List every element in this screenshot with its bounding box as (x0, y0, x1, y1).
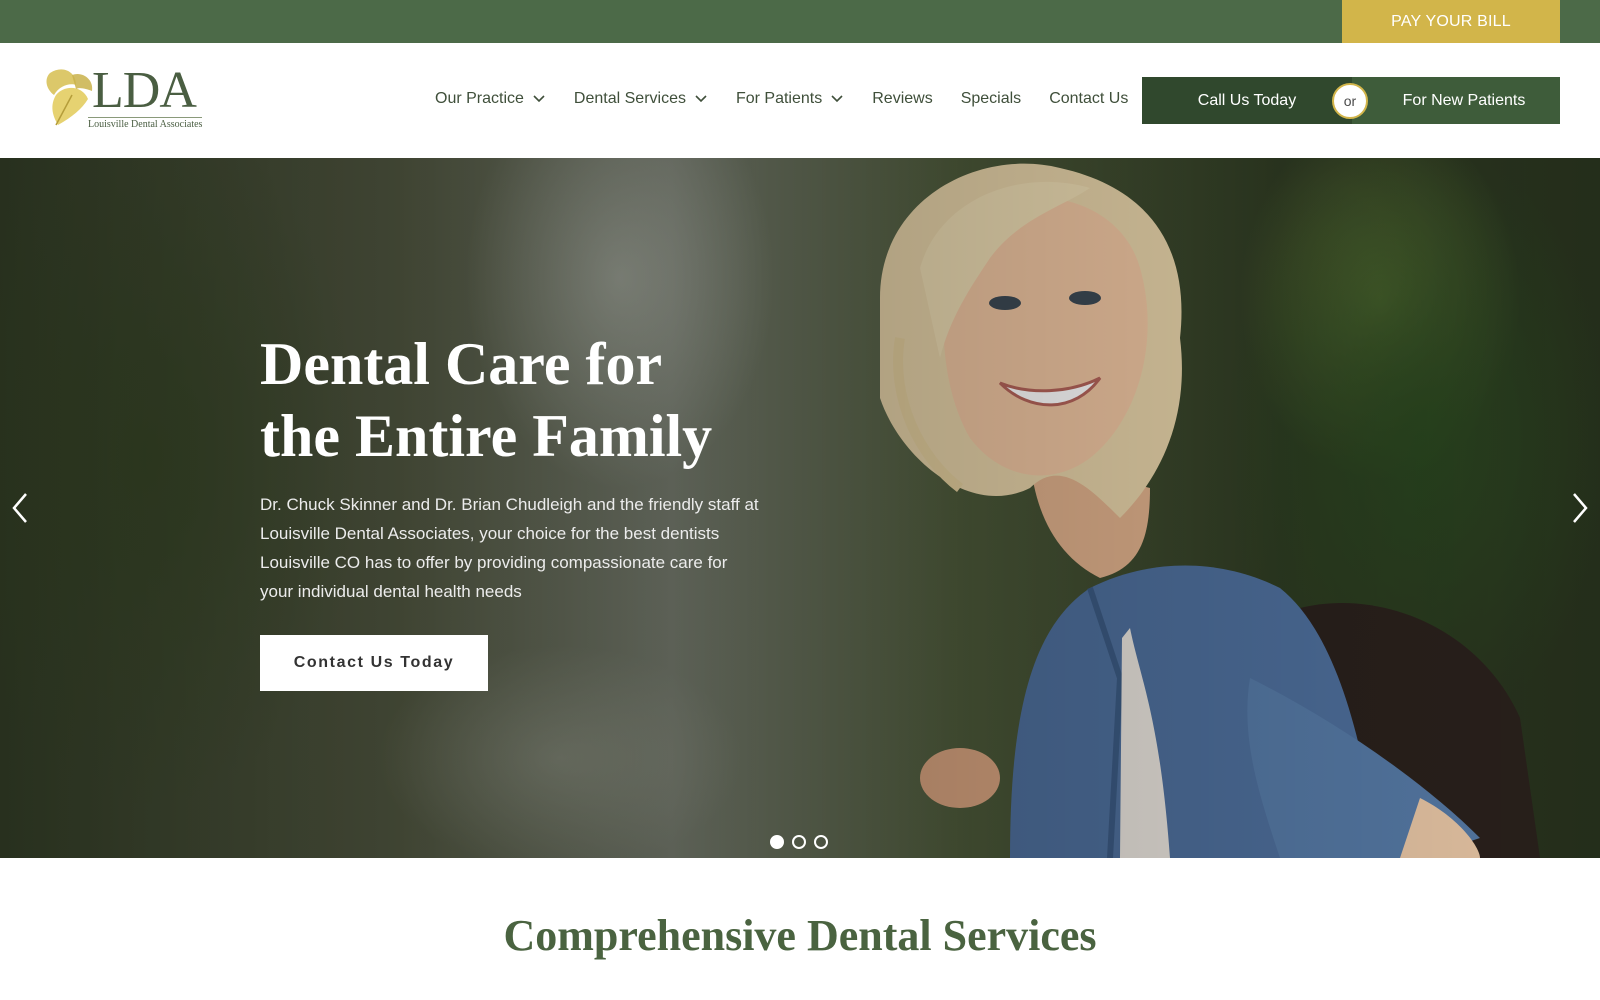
main-nav: Our Practice Dental Services For Patient… (435, 87, 1156, 111)
nav-label: Reviews (872, 90, 933, 107)
nav-label: For Patients (735, 90, 823, 107)
logo-subtitle: Louisville Dental Associates (88, 117, 203, 130)
new-patients-button[interactable]: For New Patients (1368, 77, 1560, 124)
nav-item-reviews[interactable]: Reviews (872, 90, 932, 108)
slider-dot-3[interactable] (814, 835, 828, 849)
site-logo[interactable]: LDA Louisville Dental Associates (42, 65, 222, 137)
hero-title-line-2: the Entire Family (260, 403, 713, 469)
slider-dot-2[interactable] (792, 835, 806, 849)
header-cta-group: Call Us Today or For New Patients (1142, 77, 1560, 124)
call-us-today-button[interactable]: Call Us Today (1142, 77, 1352, 124)
nav-item-contact-us[interactable]: Contact Us (1049, 90, 1128, 108)
hero-overlay (0, 158, 1600, 858)
contact-us-today-button[interactable]: Contact Us Today (260, 635, 488, 691)
chevron-down-icon (695, 95, 707, 103)
or-badge: or (1332, 83, 1368, 119)
nav-item-for-patients[interactable]: For Patients (736, 90, 844, 108)
nav-item-specials[interactable]: Specials (961, 90, 1021, 108)
nav-label: Contact Us (1049, 90, 1129, 107)
slider-dot-1[interactable] (770, 835, 784, 849)
nav-label: Dental Services (573, 90, 686, 107)
nav-item-our-practice[interactable]: Our Practice (435, 90, 546, 108)
chevron-down-icon (533, 95, 545, 103)
site-header: LDA Louisville Dental Associates Our Pra… (0, 43, 1600, 158)
logo-letters: LDA (92, 62, 197, 119)
hero-description: Dr. Chuck Skinner and Dr. Brian Chudleig… (260, 495, 759, 601)
nav-label: Our Practice (435, 90, 524, 107)
hero-title: Dental Care for the Entire Family (260, 328, 820, 472)
services-section-title: Comprehensive Dental Services (503, 911, 1097, 960)
nav-item-dental-services[interactable]: Dental Services (574, 90, 708, 108)
pay-bill-button[interactable]: PAY YOUR BILL (1342, 0, 1560, 43)
chevron-down-icon (831, 95, 843, 103)
hero-title-line-1: Dental Care for (260, 331, 663, 397)
slider-prev-arrow-icon[interactable] (8, 490, 32, 526)
hero-slider: Dental Care for the Entire Family Dr. Ch… (0, 158, 1600, 858)
nav-label: Specials (960, 90, 1022, 107)
top-utility-bar: PAY YOUR BILL (0, 0, 1600, 43)
slider-next-arrow-icon[interactable] (1568, 490, 1592, 526)
slider-pagination (770, 835, 828, 849)
